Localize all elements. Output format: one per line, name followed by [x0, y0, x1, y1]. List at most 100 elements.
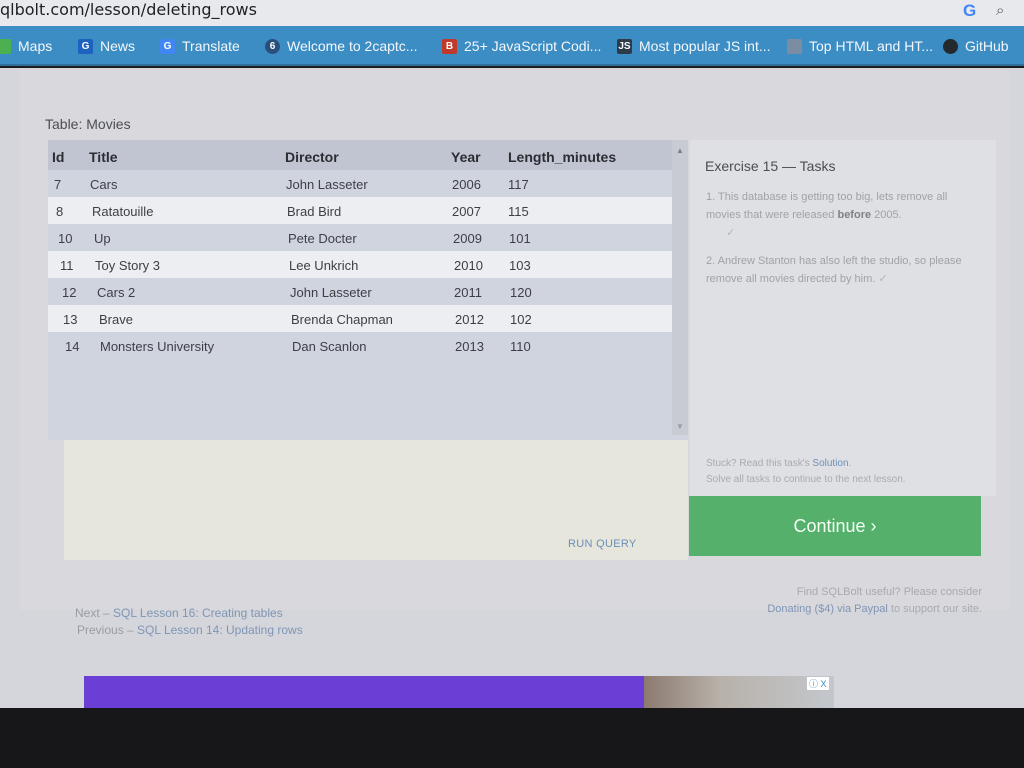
bookmark-github[interactable]: GitHub	[943, 36, 1009, 56]
task-number: 1.	[706, 191, 716, 203]
task-2: 2. Andrew Stanton has also left the stud…	[706, 252, 976, 288]
table-row: 13 Brave Brenda Chapman 2012 102	[48, 305, 672, 332]
cell: 2011	[454, 285, 482, 300]
bookmark-popular-js[interactable]: JS Most popular JS int...	[617, 36, 771, 56]
column-header: Title	[89, 149, 118, 165]
bookmark-translate[interactable]: G Translate	[160, 36, 240, 56]
scroll-down-icon[interactable]: ▼	[676, 422, 684, 431]
stuck-text: .	[848, 458, 852, 469]
cell: Cars 2	[97, 285, 136, 300]
cell: 117	[508, 177, 529, 192]
bookmark-js-coding[interactable]: B 25+ JavaScript Codi...	[442, 36, 601, 56]
column-header: Director	[285, 149, 339, 165]
column-header: Length_minutes	[508, 149, 617, 165]
cell: Monsters University	[100, 339, 215, 354]
cell: 2007	[452, 204, 481, 219]
url-text[interactable]: qlbolt.com/lesson/deleting_rows	[0, 0, 257, 19]
cell: 2013	[455, 339, 484, 354]
bookmarks-bar: Maps G News G Translate 6 Welcome to 2ca…	[0, 26, 1024, 66]
cell: 103	[509, 258, 531, 273]
task-check-icon: ✓	[878, 273, 888, 285]
task-text: 2005.	[874, 209, 902, 221]
movies-table: Id Title Director Year Length_minutes 7 …	[48, 140, 688, 440]
bookmark-label: Welcome to 2captc...	[287, 38, 418, 54]
cell: Pete Docter	[288, 231, 357, 246]
ad-close-icon[interactable]: ⓘ X	[807, 677, 829, 690]
task-number: 2.	[706, 255, 716, 267]
table-row: 14 Monsters University Dan Scanlon 2013 …	[48, 332, 672, 359]
stuck-hint: Stuck? Read this task's Solution.	[706, 458, 851, 469]
table-label: Table: Movies	[45, 116, 131, 132]
github-icon	[943, 38, 958, 54]
html-icon	[787, 38, 802, 54]
bookmark-label: 25+ JavaScript Codi...	[464, 38, 602, 54]
js-bookmark-icon: B	[442, 38, 457, 54]
2captcha-icon: 6	[265, 38, 280, 54]
table-row: 7 Cars John Lasseter 2006 117	[48, 170, 672, 197]
bookmark-label: Translate	[182, 38, 240, 54]
table-scrollbar[interactable]: ▲ ▼	[672, 140, 688, 435]
donate-line: Donating ($4) via Paypal to support our …	[700, 603, 982, 615]
bookmark-label: Most popular JS int...	[639, 38, 771, 54]
cell: Lee Unkrich	[289, 258, 359, 273]
donate-text: to support our site.	[890, 603, 982, 615]
run-query-button[interactable]: RUN QUERY	[568, 538, 637, 550]
maps-icon	[0, 38, 11, 54]
previous-lesson: Previous – SQL Lesson 14: Updating rows	[77, 623, 303, 637]
donate-link[interactable]: Donating ($4) via Paypal	[767, 603, 887, 615]
cell: John Lasseter	[286, 177, 368, 192]
cell: Toy Story 3	[95, 258, 161, 273]
search-icon[interactable]: ⌕	[996, 2, 1004, 19]
cell: 115	[508, 204, 529, 219]
solution-link[interactable]: Solution	[812, 458, 848, 469]
support-text: Find SQLBolt useful? Please consider	[796, 586, 982, 598]
previous-lesson-link[interactable]: SQL Lesson 14: Updating rows	[137, 623, 303, 637]
cell: 102	[510, 312, 532, 327]
cell: 13	[63, 312, 78, 327]
google-icon[interactable]: G	[963, 1, 976, 21]
address-bar[interactable]: qlbolt.com/lesson/deleting_rows G ⌕	[0, 0, 1024, 26]
cell: 2012	[455, 312, 484, 327]
next-lesson: Next – SQL Lesson 16: Creating tables	[75, 606, 283, 620]
bookmark-label: Top HTML and HT...	[809, 38, 933, 54]
cell: 14	[65, 339, 80, 354]
bookmark-top-html[interactable]: Top HTML and HT...	[787, 36, 933, 56]
bookmark-maps[interactable]: Maps	[0, 36, 52, 56]
task-1: 1. This database is getting too big, let…	[706, 188, 976, 242]
scroll-up-icon[interactable]: ▲	[676, 146, 684, 155]
solve-all-hint: Solve all tasks to continue to the next …	[706, 474, 906, 485]
bookmark-label: GitHub	[965, 38, 1009, 54]
continue-button[interactable]: Continue ›	[689, 496, 981, 556]
cell: 110	[510, 339, 531, 354]
cell: 11	[60, 258, 74, 273]
cell: 101	[509, 231, 531, 246]
column-header: Year	[451, 149, 481, 165]
task-emphasis: before	[837, 209, 872, 221]
cell: 12	[62, 285, 77, 300]
news-icon: G	[78, 38, 93, 54]
cell: Brenda Chapman	[291, 312, 393, 327]
cell: 2009	[453, 231, 482, 246]
cell: 8	[56, 204, 64, 219]
cell: 2006	[452, 177, 481, 192]
table-header: Id Title Director Year Length_minutes	[48, 140, 672, 170]
next-lesson-link[interactable]: SQL Lesson 16: Creating tables	[113, 606, 283, 620]
bookmark-label: News	[100, 38, 136, 54]
cell: Dan Scanlon	[292, 339, 367, 354]
tasks-title: Exercise 15 — Tasks	[705, 158, 836, 174]
cell: John Lasseter	[290, 285, 372, 300]
js-logo-icon: JS	[617, 38, 632, 54]
table-row: 10 Up Pete Docter 2009 101	[48, 224, 672, 251]
task-text: This database is getting too big, lets r…	[706, 191, 948, 221]
bookmark-news[interactable]: G News	[78, 36, 135, 56]
ad-image	[644, 676, 834, 708]
prev-prefix: Previous –	[77, 623, 134, 637]
stuck-text: Stuck? Read this task's	[706, 458, 810, 469]
screen-bezel	[0, 708, 1024, 768]
next-prefix: Next –	[75, 606, 110, 620]
ad-banner[interactable]: ⓘ X	[84, 676, 834, 708]
table-row: 11 Toy Story 3 Lee Unkrich 2010 103	[48, 251, 672, 278]
tasks-panel: Exercise 15 — Tasks 1. This database is …	[690, 140, 996, 496]
cell: Brave	[99, 312, 133, 327]
bookmark-2captcha[interactable]: 6 Welcome to 2captc...	[265, 36, 417, 56]
